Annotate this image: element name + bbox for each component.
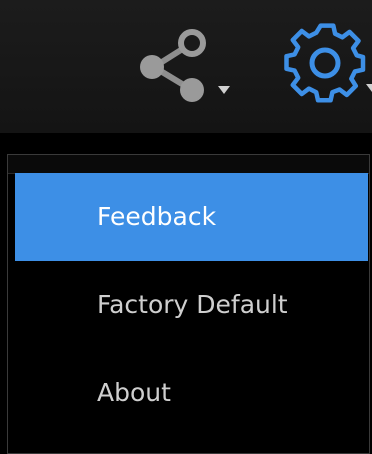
chevron-down-icon [218,86,230,94]
gear-icon [284,23,366,103]
menu-top-divider [8,155,369,174]
settings-dropdown-menu: Feedback Factory Default About [7,154,370,454]
share-icon [140,29,206,102]
top-toolbar [0,0,372,133]
settings-dropdown-button[interactable] [282,18,372,110]
menu-item-about[interactable]: About [15,349,368,437]
menu-item-feedback[interactable]: Feedback [15,173,368,261]
menu-item-factory-default[interactable]: Factory Default [15,261,368,349]
chevron-down-icon [366,84,372,92]
share-dropdown-button[interactable] [128,24,240,110]
